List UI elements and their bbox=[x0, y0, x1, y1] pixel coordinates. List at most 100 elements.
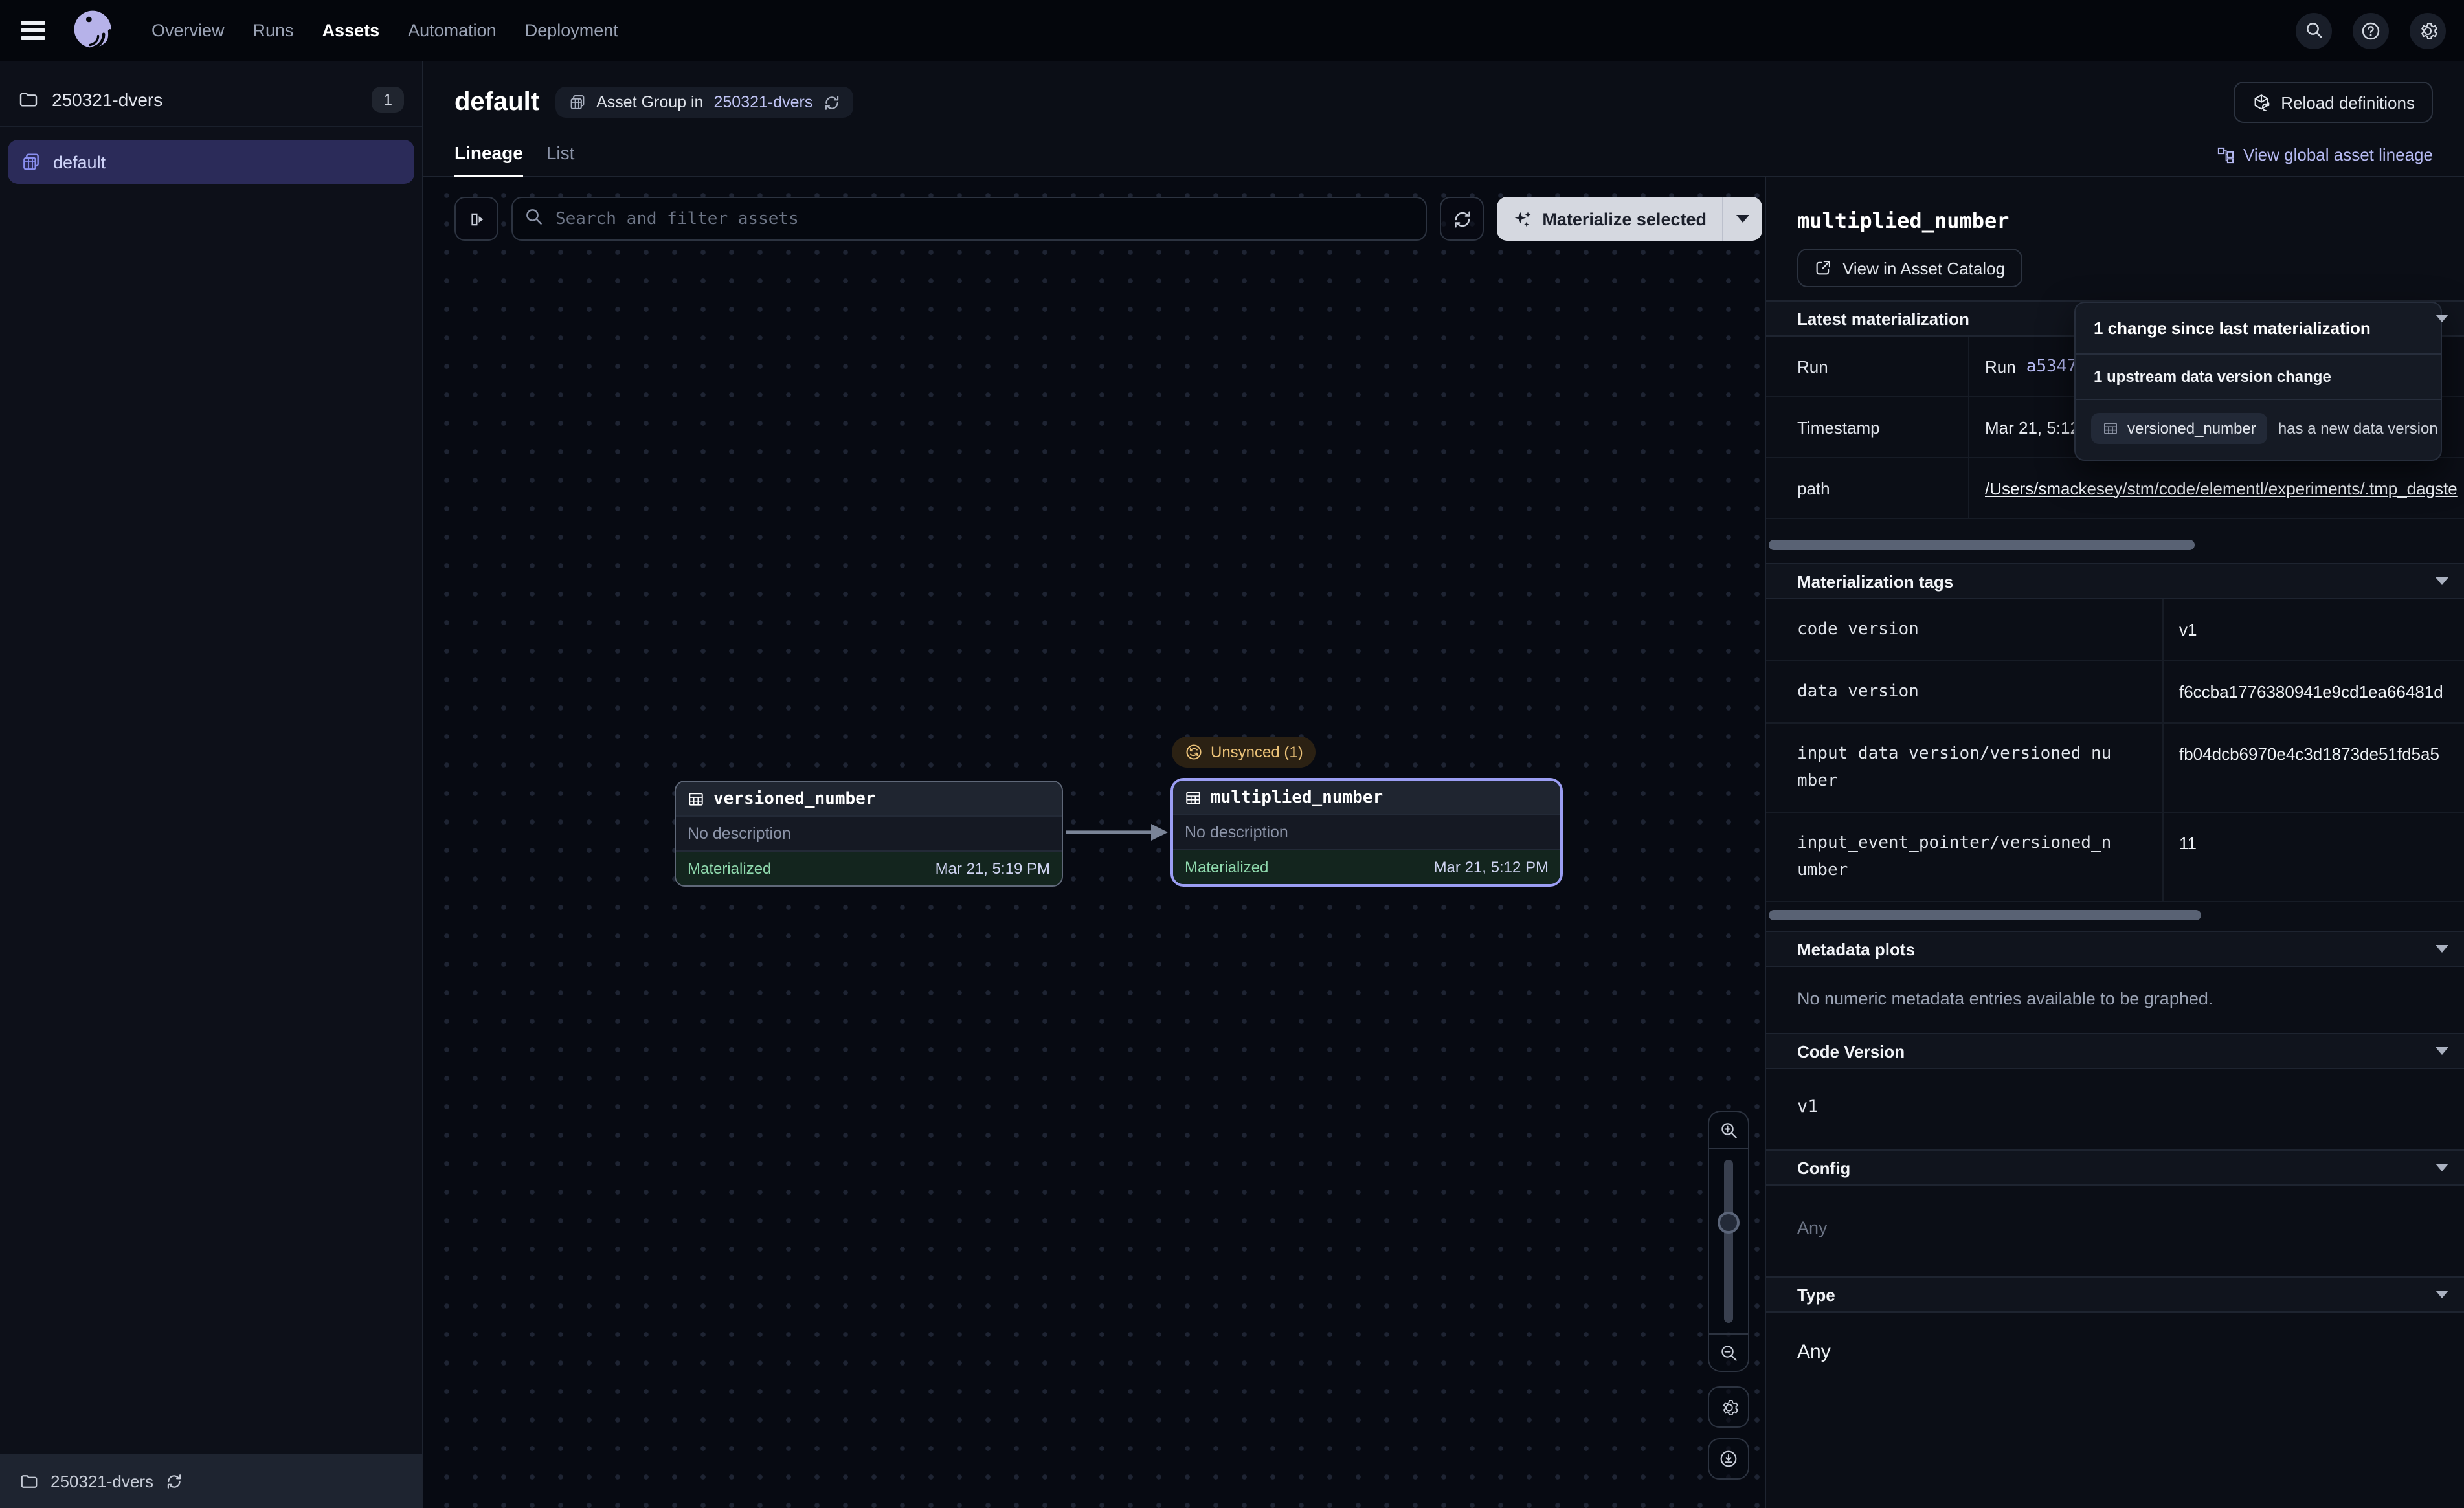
refresh-icon[interactable] bbox=[165, 1472, 182, 1489]
nav-assets[interactable]: Assets bbox=[322, 21, 380, 40]
expand-sidebar-button[interactable] bbox=[454, 197, 498, 241]
zoom-in-button[interactable] bbox=[1709, 1112, 1748, 1149]
tag-key: input_data_version/versioned_number bbox=[1766, 724, 2164, 812]
chevron-down-icon[interactable] bbox=[2436, 945, 2448, 953]
chevron-down-icon[interactable] bbox=[2436, 1047, 2448, 1055]
section-code-version[interactable]: Code Version bbox=[1766, 1033, 2464, 1069]
zoom-out-icon bbox=[1719, 1343, 1738, 1362]
expand-panel-icon bbox=[467, 209, 486, 228]
section-type[interactable]: Type bbox=[1766, 1276, 2464, 1313]
asset-node-timestamp: Mar 21, 5:12 PM bbox=[1434, 858, 1549, 876]
row-label: path bbox=[1766, 458, 1969, 518]
section-title: Latest materialization bbox=[1797, 309, 1969, 328]
asset-node-name: versioned_number bbox=[713, 789, 875, 808]
asset-group-badge-prefix: Asset Group in bbox=[596, 93, 703, 111]
tag-value: 11 bbox=[2164, 813, 2464, 901]
view-in-asset-catalog-button[interactable]: View in Asset Catalog bbox=[1797, 249, 2022, 287]
lineage-edge-arrow bbox=[1066, 819, 1172, 845]
zoom-out-button[interactable] bbox=[1709, 1333, 1748, 1371]
asset-group-icon bbox=[568, 93, 586, 111]
metadata-plots-empty-text: No numeric metadata entries available to… bbox=[1766, 967, 2464, 1033]
sidebar-item-label: default bbox=[53, 152, 106, 172]
row-label: Timestamp bbox=[1766, 397, 1969, 457]
refresh-icon[interactable] bbox=[823, 94, 840, 111]
nav-deployment[interactable]: Deployment bbox=[525, 21, 618, 40]
tab-lineage[interactable]: Lineage bbox=[454, 142, 523, 177]
table-icon bbox=[2103, 421, 2118, 436]
hamburger-menu-icon[interactable] bbox=[18, 16, 48, 45]
nav-overview[interactable]: Overview bbox=[151, 21, 225, 40]
sidebar-group-row[interactable]: 250321-dvers 1 bbox=[0, 74, 422, 127]
help-button[interactable] bbox=[2353, 12, 2389, 49]
path-link[interactable]: /Users/smackesey/stm/code/elementl/exper… bbox=[1985, 478, 2458, 498]
download-graph-button[interactable] bbox=[1708, 1438, 1749, 1480]
unsynced-badge[interactable]: Unsynced (1) bbox=[1172, 737, 1316, 768]
asset-search-input[interactable] bbox=[511, 197, 1427, 241]
dagster-logo[interactable] bbox=[69, 6, 118, 55]
settings-button[interactable] bbox=[2410, 12, 2446, 49]
run-prefix: Run bbox=[1985, 357, 2016, 376]
refresh-graph-button[interactable] bbox=[1440, 197, 1484, 241]
graph-settings-button[interactable] bbox=[1708, 1386, 1749, 1428]
section-title: Materialization tags bbox=[1797, 571, 1953, 591]
refresh-icon bbox=[1452, 209, 1472, 228]
tag-key: code_version bbox=[1766, 599, 2164, 660]
table-row: input_event_pointer/versioned_number 11 bbox=[1766, 813, 2464, 902]
tab-list[interactable]: List bbox=[546, 142, 575, 177]
gear-icon bbox=[2417, 20, 2438, 41]
section-config[interactable]: Config bbox=[1766, 1149, 2464, 1186]
asset-group-badge-link[interactable]: 250321-dvers bbox=[714, 93, 813, 111]
asset-group-badge[interactable]: Asset Group in 250321-dvers bbox=[555, 87, 853, 118]
chevron-down-icon[interactable] bbox=[2436, 577, 2448, 585]
asset-node-versioned-number[interactable]: versioned_number No description Material… bbox=[675, 781, 1063, 887]
sidebar-item-default[interactable]: default bbox=[8, 140, 414, 184]
materialization-change-tooltip: 1 change since last materialization 1 up… bbox=[2074, 302, 2442, 461]
tooltip-asset-pill[interactable]: versioned_number bbox=[2091, 413, 2268, 444]
view-global-asset-lineage-label: View global asset lineage bbox=[2243, 145, 2433, 164]
lineage-graph-icon bbox=[2216, 146, 2234, 164]
asset-group-icon bbox=[21, 151, 41, 172]
gear-icon bbox=[1719, 1397, 1738, 1417]
search-button[interactable] bbox=[2296, 12, 2332, 49]
section-metadata-plots[interactable]: Metadata plots bbox=[1766, 931, 2464, 967]
section-materialization-tags[interactable]: Materialization tags bbox=[1766, 563, 2464, 599]
asset-node-description: No description bbox=[676, 815, 1062, 852]
sidebar-group-label: 250321-dvers bbox=[52, 89, 162, 110]
section-title: Config bbox=[1797, 1158, 1850, 1177]
section-title: Code Version bbox=[1797, 1041, 1905, 1061]
chevron-down-icon[interactable] bbox=[2436, 1164, 2448, 1171]
page-header: default Asset Group in 250321-dvers bbox=[423, 61, 2464, 128]
sidebar-footer-label: 250321-dvers bbox=[50, 1471, 153, 1491]
tooltip-message: has a new data version bbox=[2278, 419, 2438, 438]
view-global-asset-lineage-link[interactable]: View global asset lineage bbox=[2216, 145, 2433, 176]
reload-definitions-label: Reload definitions bbox=[2281, 93, 2415, 112]
row-label: Run bbox=[1766, 337, 1969, 396]
tooltip-asset-name: versioned_number bbox=[2127, 419, 2256, 438]
lineage-graph-canvas[interactable]: Materialize selected bbox=[423, 177, 1765, 1508]
config-value: Any bbox=[1766, 1186, 2464, 1276]
table-row: path /Users/smackesey/stm/code/elementl/… bbox=[1766, 458, 2464, 519]
reload-definitions-button[interactable]: Reload definitions bbox=[2233, 82, 2433, 123]
folder-icon bbox=[19, 1471, 39, 1491]
sidebar-footer-code-location[interactable]: 250321-dvers bbox=[0, 1454, 422, 1508]
chevron-down-icon[interactable] bbox=[2436, 1291, 2448, 1298]
horizontal-scrollbar[interactable] bbox=[1766, 910, 2464, 920]
asset-node-multiplied-number[interactable]: multiplied_number No description Materia… bbox=[1170, 778, 1563, 887]
zoom-slider-thumb[interactable] bbox=[1718, 1212, 1740, 1234]
nav-runs[interactable]: Runs bbox=[253, 21, 294, 40]
search-icon bbox=[524, 207, 544, 227]
dagster-app: Overview Runs Assets Automation Deployme… bbox=[0, 0, 2464, 1508]
table-icon bbox=[1185, 789, 1202, 806]
folder-icon bbox=[18, 89, 39, 110]
materialize-selected-button[interactable]: Materialize selected bbox=[1497, 197, 1762, 241]
asset-node-timestamp: Mar 21, 5:19 PM bbox=[935, 859, 1050, 878]
view-tabs: Lineage List View global asset lineage bbox=[423, 128, 2464, 177]
zoom-slider[interactable] bbox=[1709, 1149, 1748, 1333]
horizontal-scrollbar[interactable] bbox=[1766, 540, 2464, 550]
help-icon bbox=[2360, 20, 2381, 41]
nav-automation[interactable]: Automation bbox=[408, 21, 497, 40]
asset-node-status: Materialized bbox=[1185, 858, 1268, 876]
tag-value: v1 bbox=[2164, 599, 2464, 660]
materialize-dropdown-toggle[interactable] bbox=[1723, 215, 1762, 223]
chevron-down-icon[interactable] bbox=[2436, 315, 2448, 322]
